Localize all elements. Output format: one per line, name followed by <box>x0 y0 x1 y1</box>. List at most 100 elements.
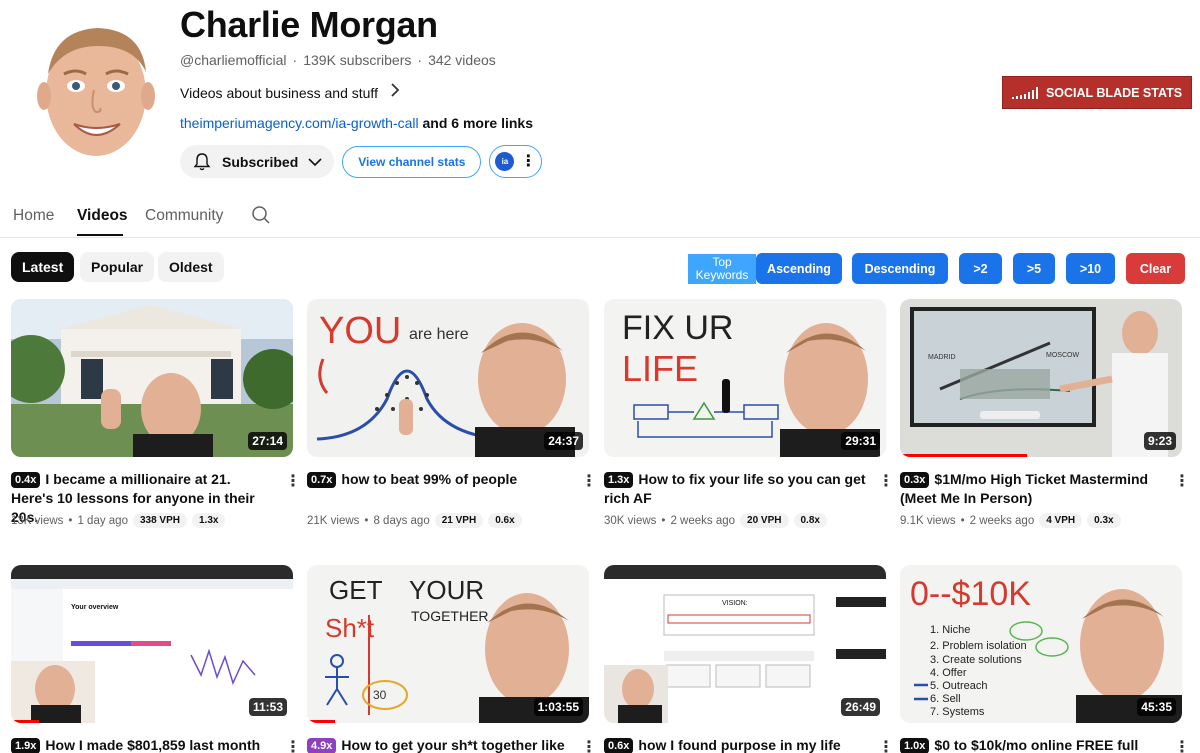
view-count: 21K views <box>307 514 360 527</box>
channel-description[interactable]: Videos about business and stuff <box>180 82 400 103</box>
extension-menu-button[interactable]: ia ⋮ <box>489 145 543 178</box>
svg-text:5. Outreach: 5. Outreach <box>930 680 987 692</box>
svg-text:30: 30 <box>373 688 387 702</box>
svg-text:are here: are here <box>409 326 469 343</box>
video-title[interactable]: 0.7x how to beat 99% of people <box>307 470 571 489</box>
svg-text:GET: GET <box>329 575 383 605</box>
video-thumbnail[interactable]: GET YOUR Sh*t TOGETHER 30 1:03:55 <box>307 565 589 723</box>
svg-text:MOSCOW: MOSCOW <box>1046 352 1079 359</box>
outlier-multiplier-badge: 4.9x <box>307 738 337 753</box>
video-duration: 1:03:55 <box>533 698 583 716</box>
channel-tabs: Home Videos Community <box>0 192 1200 238</box>
more-vertical-icon[interactable]: ⋮ <box>1174 737 1190 753</box>
outlier-multiplier-badge: 0.7x <box>307 472 337 488</box>
video-title[interactable]: 1.0x $0 to $10k/mo online FREE full guide <box>900 736 1164 753</box>
channel-handle: @charliemofficial <box>180 52 287 68</box>
filter-gt5-button[interactable]: >5 <box>1013 253 1055 284</box>
svg-text:Your overview: Your overview <box>71 604 119 611</box>
separator-dot: · <box>292 52 298 68</box>
separator-dot: · <box>417 52 423 68</box>
subscribed-button[interactable]: Subscribed <box>180 145 335 178</box>
video-count: 342 videos <box>428 52 496 68</box>
outlier-multiplier-badge: 1.9x <box>11 738 41 753</box>
video-stats: 30K views • 2 weeks ago 20 VPH 0.8x <box>604 513 827 528</box>
clear-filter-button[interactable]: Clear <box>1126 253 1185 284</box>
video-thumbnail[interactable]: YOU are here 24:37 <box>307 299 589 457</box>
sort-descending-button[interactable]: Descending <box>852 253 948 284</box>
ratio-badge: 0.6x <box>488 513 522 528</box>
svg-text:1. Niche: 1. Niche <box>930 624 970 636</box>
outlier-multiplier-badge: 0.6x <box>604 738 634 753</box>
svg-text:YOUR: YOUR <box>409 575 484 605</box>
watch-progress-bar <box>307 720 336 723</box>
ratio-badge: 0.8x <box>793 513 827 528</box>
more-vertical-icon[interactable]: ⋮ <box>285 737 301 753</box>
more-vertical-icon[interactable]: ⋮ <box>878 471 894 491</box>
more-links[interactable]: and 6 more links <box>423 115 533 131</box>
description-text: Videos about business and stuff <box>180 84 378 101</box>
chip-latest[interactable]: Latest <box>11 252 75 282</box>
vph-badge: 338 VPH <box>132 513 187 528</box>
video-title[interactable]: 4.9x How to get your sh*t together like a <box>307 736 571 753</box>
filter-gt2-button[interactable]: >2 <box>959 253 1002 284</box>
watch-progress-bar <box>900 454 1027 457</box>
more-vertical-icon[interactable]: ⋮ <box>285 471 301 491</box>
svg-text:2. Problem isolation: 2. Problem isolation <box>930 640 1027 652</box>
svg-text:TOGETHER: TOGETHER <box>411 608 489 624</box>
video-thumbnail[interactable]: 27:14 <box>11 299 293 457</box>
tab-videos[interactable]: Videos <box>77 207 128 225</box>
video-thumbnail[interactable]: 0--$10K 1. Niche 2. Problem isolation 3.… <box>900 565 1182 723</box>
video-thumbnail[interactable]: Your overview 11:53 <box>11 565 293 723</box>
video-title[interactable]: 0.6x how I found purpose in my life <box>604 736 868 753</box>
filter-gt10-button[interactable]: >10 <box>1066 253 1115 284</box>
video-duration: 27:14 <box>248 432 287 450</box>
separator-dot: • <box>364 514 369 527</box>
svg-text:FIX UR: FIX UR <box>622 309 733 347</box>
chip-popular[interactable]: Popular <box>80 252 155 282</box>
view-count: 9.1K views <box>900 514 956 527</box>
social-blade-stats-button[interactable]: SOCIAL BLADE STATS <box>1002 76 1192 109</box>
more-vertical-icon[interactable]: ⋮ <box>581 737 597 753</box>
social-blade-label: SOCIAL BLADE STATS <box>1045 85 1183 100</box>
ratio-badge: 0.3x <box>1087 513 1121 528</box>
video-stats: 21K views • 8 days ago 21 VPH 0.6x <box>307 513 522 528</box>
channel-link[interactable]: theimperiumagency.com/ia-growth-call <box>180 115 419 131</box>
video-thumbnail[interactable]: FIX UR LIFE 29:31 <box>604 299 886 457</box>
video-duration: 26:49 <box>841 698 880 716</box>
svg-text:6. Sell: 6. Sell <box>930 693 961 705</box>
video-title-text: How to get your sh*t together like a <box>341 737 565 753</box>
signal-bars-icon <box>1011 86 1038 99</box>
video-duration: 11:53 <box>248 698 287 716</box>
tab-home[interactable]: Home <box>13 207 54 225</box>
svg-text:VISION:: VISION: <box>722 600 748 607</box>
top-keywords-line2: Keywords <box>695 268 749 282</box>
outlier-multiplier-badge: 1.3x <box>604 472 634 488</box>
bell-icon <box>192 152 212 172</box>
vph-badge: 21 VPH <box>434 513 484 528</box>
video-stats: 9.1K views • 2 weeks ago 4 VPH 0.3x <box>900 513 1121 528</box>
video-duration: 9:23 <box>1143 432 1176 450</box>
video-title[interactable]: 1.3x How to fix your life so you can get … <box>604 470 868 508</box>
more-vertical-icon[interactable]: ⋮ <box>581 471 597 491</box>
more-vertical-icon[interactable]: ⋮ <box>1174 471 1190 491</box>
chip-oldest[interactable]: Oldest <box>158 252 224 282</box>
video-thumbnail[interactable]: VISION: 26:49 <box>604 565 886 723</box>
video-title[interactable]: 1.9x How I made $801,859 last month so <box>11 736 275 753</box>
view-count: 13K views <box>11 514 64 527</box>
svg-text:3. Create solutions: 3. Create solutions <box>930 654 1022 666</box>
video-title[interactable]: 0.3x $1M/mo High Ticket Mastermind (Meet … <box>900 470 1164 508</box>
view-count: 30K views <box>604 514 657 527</box>
video-thumbnail[interactable]: MADRID MOSCOW 9:23 <box>900 299 1182 457</box>
top-keywords-button[interactable]: Top Keywords <box>688 254 756 284</box>
search-icon[interactable] <box>251 205 271 230</box>
view-channel-stats-button[interactable]: View channel stats <box>342 145 482 178</box>
channel-avatar[interactable] <box>24 16 164 166</box>
separator-dot: • <box>661 514 666 527</box>
more-vertical-icon[interactable]: ⋮ <box>878 737 894 753</box>
tab-community[interactable]: Community <box>145 207 223 225</box>
channel-links: theimperiumagency.com/ia-growth-call and… <box>180 115 533 131</box>
outlier-multiplier-badge: 1.0x <box>900 738 930 753</box>
sort-ascending-button[interactable]: Ascending <box>756 253 842 284</box>
separator-dot: • <box>960 514 965 527</box>
subscriber-count: 139K subscribers <box>303 52 412 68</box>
